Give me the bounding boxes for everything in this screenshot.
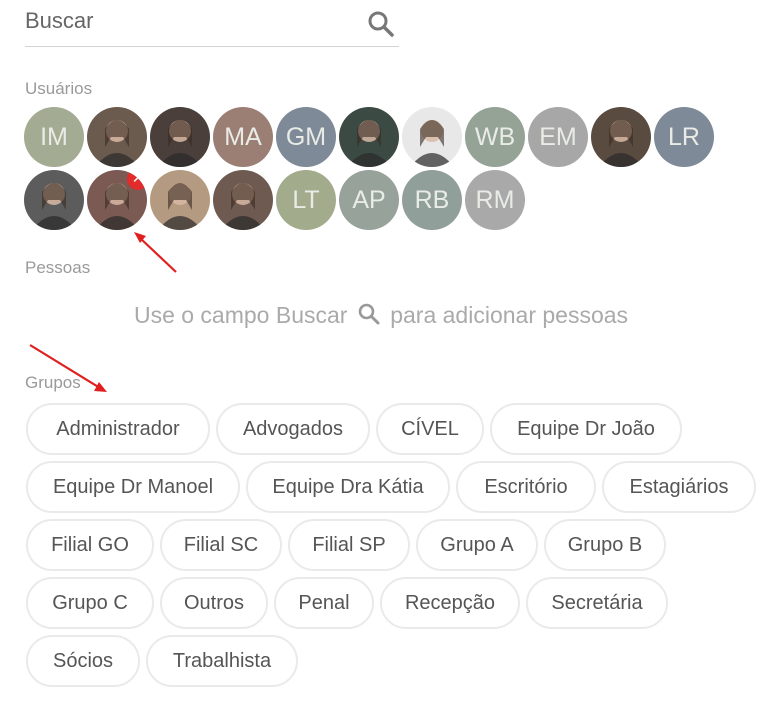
- group-chip[interactable]: CÍVEL: [376, 403, 484, 455]
- user-avatar[interactable]: RM: [465, 170, 525, 230]
- user-avatar[interactable]: [150, 170, 210, 230]
- user-avatar[interactable]: RB: [402, 170, 462, 230]
- group-chip[interactable]: Outros: [160, 577, 268, 629]
- user-avatar[interactable]: LT: [276, 170, 336, 230]
- user-initials: RM: [475, 185, 515, 214]
- user-photo: [95, 120, 139, 167]
- group-chip[interactable]: Estagiários: [602, 461, 756, 513]
- group-chip[interactable]: Grupo A: [416, 519, 538, 571]
- user-initials: WB: [474, 122, 516, 151]
- user-photo: [410, 120, 454, 167]
- search-input[interactable]: [25, 6, 355, 36]
- group-chip[interactable]: Secretária: [526, 577, 668, 629]
- close-icon[interactable]: ✕: [127, 170, 147, 190]
- user-avatar[interactable]: IM: [24, 107, 84, 167]
- group-chip[interactable]: Trabalhista: [146, 635, 298, 687]
- search-field[interactable]: [25, 0, 399, 47]
- user-avatar[interactable]: GM: [276, 107, 336, 167]
- group-chip[interactable]: Advogados: [216, 403, 370, 455]
- user-avatar[interactable]: LR: [654, 107, 714, 167]
- hint-text-before: Use o campo Buscar: [133, 302, 348, 328]
- group-chip[interactable]: Equipe Dr João: [490, 403, 682, 455]
- group-chip[interactable]: Sócios: [26, 635, 140, 687]
- user-initials: LR: [668, 122, 700, 151]
- group-chip[interactable]: Filial SP: [288, 519, 410, 571]
- group-chip[interactable]: Escritório: [456, 461, 596, 513]
- user-initials: RB: [414, 185, 450, 214]
- group-chip[interactable]: Grupo C: [26, 577, 154, 629]
- user-avatar[interactable]: ✕: [87, 170, 147, 230]
- user-initials: LT: [292, 185, 320, 214]
- arrow-to-avatar: [134, 232, 177, 273]
- hint-text-after: para adicionar pessoas: [390, 302, 629, 328]
- user-photo: [32, 183, 76, 230]
- user-initials: IM: [40, 122, 68, 151]
- group-chip[interactable]: Recepção: [380, 577, 520, 629]
- user-avatar[interactable]: [24, 170, 84, 230]
- user-avatar[interactable]: [402, 107, 462, 167]
- users-section-label: Usuários: [25, 79, 93, 98]
- user-initials: EM: [539, 122, 577, 151]
- user-initials: AP: [352, 185, 386, 214]
- group-chip[interactable]: Grupo B: [544, 519, 666, 571]
- user-initials: MA: [224, 122, 262, 151]
- user-avatar[interactable]: EM: [528, 107, 588, 167]
- user-photo: [347, 120, 391, 167]
- groups-section-label: Grupos: [25, 373, 81, 392]
- people-section-label: Pessoas: [25, 258, 91, 277]
- group-chip[interactable]: Administrador: [26, 403, 210, 455]
- group-chip[interactable]: Equipe Dra Kátia: [246, 461, 450, 513]
- user-avatar[interactable]: [591, 107, 651, 167]
- user-photo: [158, 120, 202, 167]
- user-avatar[interactable]: [339, 107, 399, 167]
- people-hint: Use o campo Buscar para adicionar pessoa…: [0, 302, 762, 329]
- user-avatar[interactable]: AP: [339, 170, 399, 230]
- user-avatar[interactable]: WB: [465, 107, 525, 167]
- user-photo: [599, 120, 643, 167]
- group-chip[interactable]: Equipe Dr Manoel: [26, 461, 240, 513]
- group-chip[interactable]: Penal: [274, 577, 374, 629]
- group-chip[interactable]: Filial SC: [160, 519, 282, 571]
- user-avatar[interactable]: [87, 107, 147, 167]
- user-initials: GM: [285, 122, 327, 151]
- group-chip[interactable]: Filial GO: [26, 519, 154, 571]
- user-photo: [221, 183, 265, 230]
- user-avatar[interactable]: [213, 170, 273, 230]
- user-avatar[interactable]: MA: [213, 107, 273, 167]
- search-icon[interactable]: [367, 10, 395, 38]
- search-icon: [358, 303, 380, 325]
- user-avatar[interactable]: [150, 107, 210, 167]
- user-photo: [158, 183, 202, 230]
